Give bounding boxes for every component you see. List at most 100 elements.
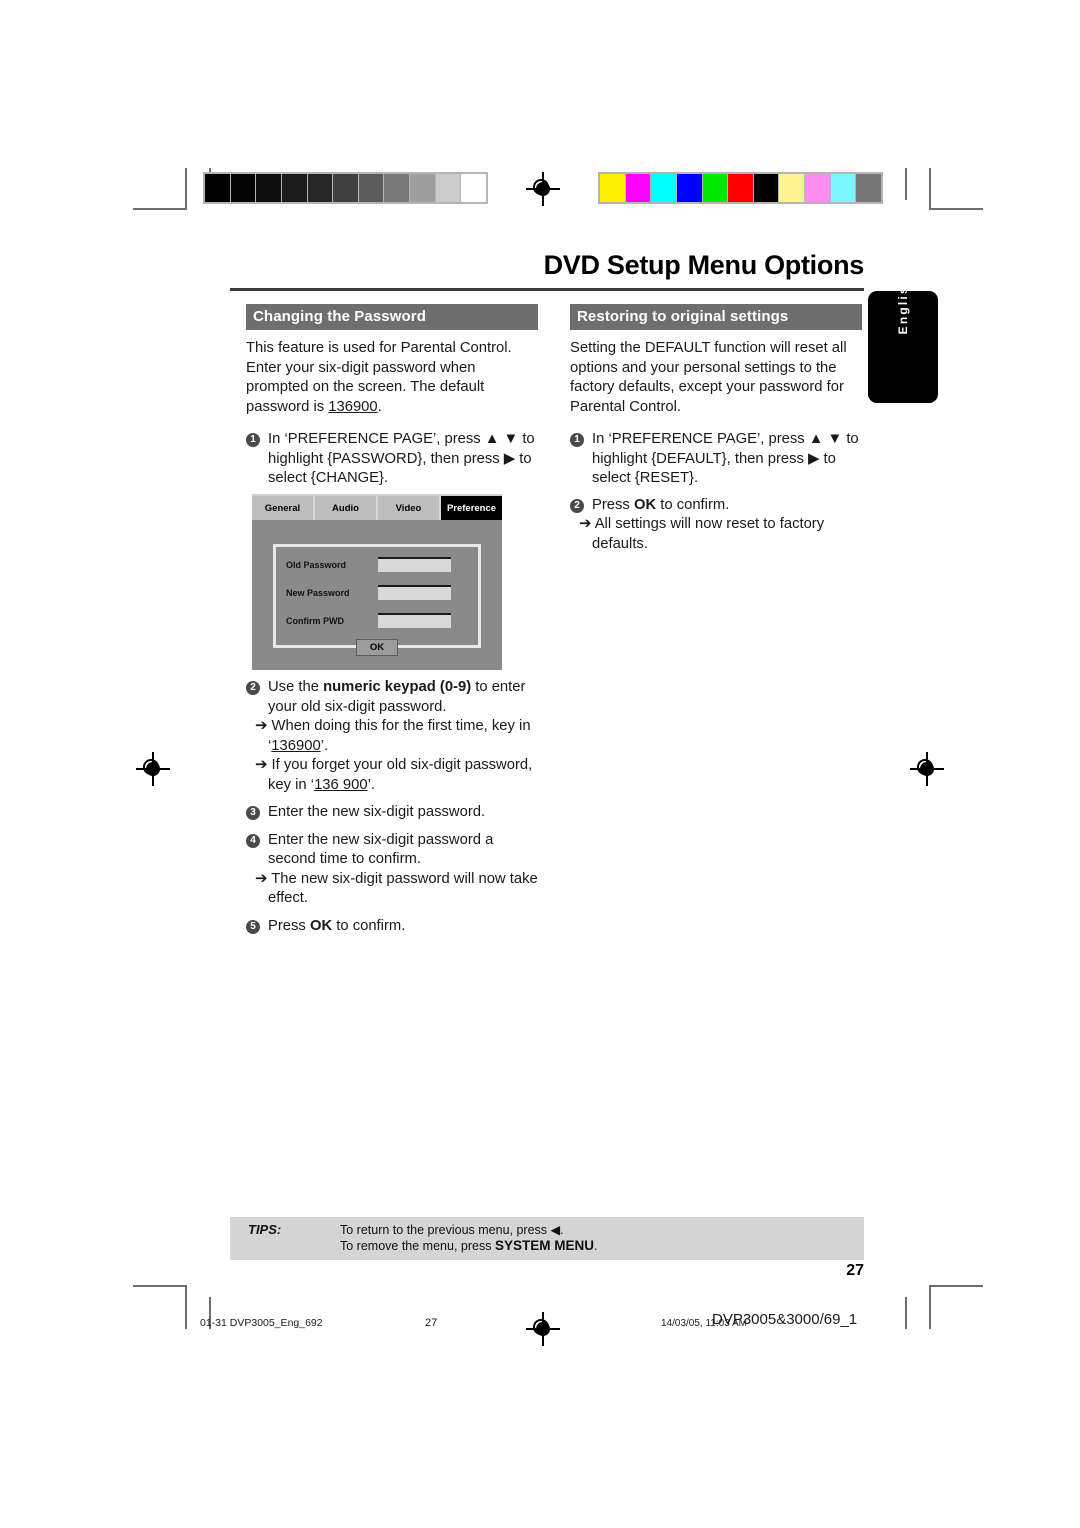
left-step-2-bullet-1-end: ’. xyxy=(320,737,329,754)
left-column: Changing the Password This feature is us… xyxy=(246,304,541,493)
step-number: 1 xyxy=(570,433,584,447)
tips-box: TIPS: To return to the previous menu, pr… xyxy=(230,1217,864,1260)
step-number: 3 xyxy=(246,806,260,820)
new-password-input[interactable] xyxy=(378,585,451,600)
step-number: 1 xyxy=(246,433,260,447)
confirm-password-label: Confirm PWD xyxy=(286,615,344,626)
registration-target-top-center xyxy=(526,172,560,206)
registration-target-bottom-center xyxy=(526,1312,560,1346)
color-patch-3 xyxy=(676,174,702,202)
left-step-2-bullet-2-code: 136 900 xyxy=(314,776,368,793)
grayscale-patch-7 xyxy=(384,174,410,202)
right-step-1-line-1: In ‘PREFERENCE PAGE’, press ▲ ▼ to xyxy=(592,431,859,447)
grayscale-patch-10 xyxy=(461,174,487,202)
right-step-1-line-2: highlight {DEFAULT}, then press ▶ to xyxy=(592,450,836,467)
old-password-label: Old Password xyxy=(286,559,347,570)
color-patch-6 xyxy=(753,174,779,202)
grayscale-patch-6 xyxy=(358,174,384,202)
right-step-1-line-3: select {RESET}. xyxy=(592,470,699,486)
footer-page-number: 27 xyxy=(425,1317,438,1329)
password-panel: Old Password New Password Confirm PWD OK xyxy=(273,544,481,656)
right-step-2-bullet: ➔ All settings will now reset to factory… xyxy=(579,516,825,552)
left-column-continued: 2 Use the numeric keypad (0-9) to enter … xyxy=(246,678,541,940)
right-intro-paragraph: Setting the DEFAULT function will reset … xyxy=(570,340,847,415)
old-password-row: Old Password xyxy=(286,554,478,575)
crop-mark-bottom-right xyxy=(893,1285,983,1329)
grayscale-patch-8 xyxy=(410,174,435,202)
footer-file-name: 01-31 DVP3005_Eng_692 xyxy=(200,1317,323,1329)
setup-tab-general[interactable]: General xyxy=(252,496,315,520)
page-number: 27 xyxy=(846,1262,864,1279)
left-step-2-bullet-1: ➔ When doing this for the first time, ke… xyxy=(255,717,541,756)
left-step-4-bullet: ➔ The new six-digit password will now ta… xyxy=(255,870,538,907)
left-step-5-ok: OK xyxy=(309,917,333,934)
color-calibration-bar xyxy=(598,172,883,204)
left-step-1: 1 In ‘PREFERENCE PAGE’, press ▲ ▼ to hig… xyxy=(246,430,541,489)
new-password-row: New Password xyxy=(286,582,478,603)
tips-line-1: To return to the previous menu, press ◀. xyxy=(340,1223,564,1237)
setup-tab-video[interactable]: Video xyxy=(378,496,441,520)
left-step-2-keypad: numeric keypad (0-9) xyxy=(323,679,472,695)
left-step-1-line-3: select {CHANGE}. xyxy=(268,470,389,486)
setup-tab-preference[interactable]: Preference xyxy=(441,496,502,520)
tips-body: To return to the previous menu, press ◀.… xyxy=(340,1222,597,1260)
left-step-4: 4 Enter the new six-digit password a sec… xyxy=(246,831,541,909)
left-intro-period: . xyxy=(377,398,382,415)
left-step-4-text: Enter the new six-digit password a secon… xyxy=(268,831,494,868)
tips-line-2-system-menu: SYSTEM MENU xyxy=(494,1238,594,1253)
step-number: 2 xyxy=(246,681,260,695)
step-number: 4 xyxy=(246,833,260,848)
color-patch-0 xyxy=(600,174,625,202)
old-password-input[interactable] xyxy=(378,557,451,572)
setup-tab-audio[interactable]: Audio xyxy=(315,496,378,520)
setup-menu-tab-bar: General Audio Video Preference xyxy=(252,496,502,522)
page-title: DVD Setup Menu Options xyxy=(543,250,865,280)
left-step-1-line-1: In ‘PREFERENCE PAGE’, press ▲ ▼ to xyxy=(268,431,535,447)
right-step-2-text-a: Press xyxy=(592,496,634,513)
confirm-password-row: Confirm PWD xyxy=(286,610,478,631)
left-intro-paragraph: This feature is used for Parental Contro… xyxy=(246,339,541,417)
left-step-3-text: Enter the new six-digit password. xyxy=(268,804,486,820)
right-column: Restoring to original settings Setting t… xyxy=(570,304,865,558)
grayscale-calibration-bar xyxy=(203,172,488,204)
left-step-5-text-a: Press xyxy=(268,917,310,934)
new-password-label: New Password xyxy=(286,587,350,598)
left-step-2-bullet-2: ➔ If you forget your old six-digit passw… xyxy=(255,756,541,795)
left-step-2-bullet-2-text: ➔ If you forget your old six-digit passw… xyxy=(255,757,533,793)
section-heading-changing-password: Changing the Password xyxy=(246,304,538,330)
ok-button-row: OK xyxy=(276,639,478,656)
step-number: 5 xyxy=(246,919,260,934)
left-step-1-line-2: highlight {PASSWORD}, then press ▶ to xyxy=(268,450,532,467)
registration-target-right xyxy=(910,752,944,786)
step-number: 2 xyxy=(570,498,584,513)
left-step-3: 3 Enter the new six-digit password. xyxy=(246,803,541,823)
left-step-2-text-a: Use the xyxy=(268,679,324,695)
confirm-password-input[interactable] xyxy=(378,613,451,628)
tips-line-2-end: . xyxy=(593,1239,598,1253)
left-intro-password: 136900 xyxy=(328,398,378,415)
right-step-2-text-b: to confirm. xyxy=(656,496,730,513)
grayscale-patch-3 xyxy=(281,174,307,202)
left-step-5: 5 Press OK to confirm. xyxy=(246,917,541,937)
ok-button[interactable]: OK xyxy=(355,639,399,656)
grayscale-patch-4 xyxy=(307,174,333,202)
language-tab: English xyxy=(868,276,938,403)
color-patch-1 xyxy=(625,174,651,202)
tv-screen-mockup: General Audio Video Preference Old Passw… xyxy=(252,494,502,670)
color-patch-2 xyxy=(651,174,676,202)
title-divider xyxy=(230,288,864,291)
right-step-2-ok: OK xyxy=(633,496,657,513)
color-patch-5 xyxy=(728,174,753,202)
left-step-2-bullet-1-code: 136900 xyxy=(271,737,321,754)
color-patch-9 xyxy=(830,174,856,202)
left-step-2-bullet-2-end: ’. xyxy=(367,776,375,793)
color-patch-7 xyxy=(779,174,805,202)
grayscale-patch-1 xyxy=(230,174,256,202)
right-step-1: 1 In ‘PREFERENCE PAGE’, press ▲ ▼ to hig… xyxy=(570,430,865,489)
grayscale-patch-5 xyxy=(333,174,358,202)
grayscale-patch-0 xyxy=(205,174,230,202)
language-tab-label: English xyxy=(896,275,910,335)
grayscale-patch-2 xyxy=(256,174,281,202)
color-patch-10 xyxy=(856,174,882,202)
left-step-5-text-b: to confirm. xyxy=(332,917,406,934)
